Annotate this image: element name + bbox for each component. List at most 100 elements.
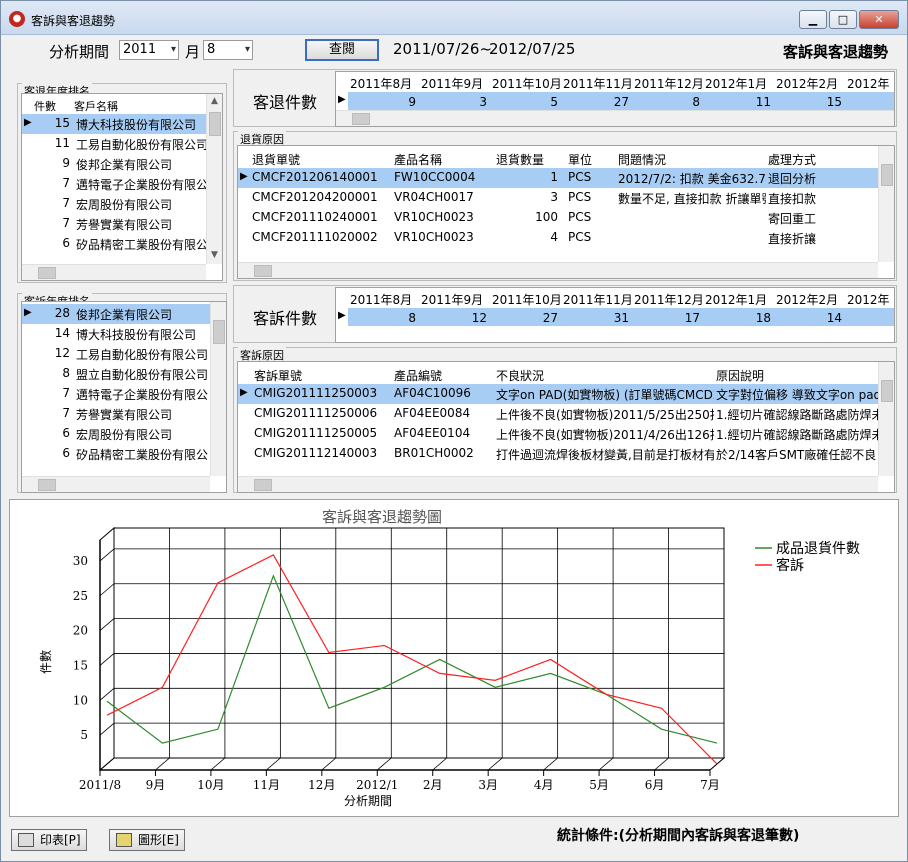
count-cell: 6	[62, 446, 70, 460]
cell: CMCF201206140001	[252, 170, 378, 184]
table-row[interactable]: CMCF201204200001 VR04CH0017 3 PCS 數量不足, 直接扣款…	[238, 188, 878, 208]
horizontal-scrollbar[interactable]	[22, 264, 206, 280]
horizontal-scrollbar[interactable]	[238, 262, 878, 278]
month-header: 2011年9月	[421, 293, 484, 307]
minimize-button[interactable]: ▁	[799, 10, 827, 29]
count-cell: 9	[62, 156, 70, 170]
cell: PCS	[568, 170, 592, 184]
table-row[interactable]: 9 俊邦企業有限公司	[22, 154, 206, 174]
table-row[interactable]: 14 博大科技股份有限公司	[22, 324, 210, 344]
table-row[interactable]: 8 盟立自動化股份有限公司	[22, 364, 210, 384]
table-row[interactable]: CMIG201111250006 AF04EE0084 上件後不良(如實物板)201…	[238, 404, 878, 424]
horizontal-scrollbar[interactable]	[238, 476, 878, 492]
month-select[interactable]: 8 ▾	[203, 40, 253, 60]
vertical-scrollbar[interactable]	[878, 146, 894, 262]
date-start: 2011/07/26~	[393, 40, 493, 58]
year-select[interactable]: 2011 ▾	[119, 40, 179, 60]
customer-cell: 博大科技股份有限公司	[76, 118, 197, 132]
close-button[interactable]: ✕	[859, 10, 899, 29]
cell: 100	[535, 210, 558, 224]
x-tick-label: 2011/8	[79, 778, 121, 792]
trend-chart-svg: 5 10 15 20 25 30 2011/8 9月 10月 11月 12月 2012/1 2月 3月 4月…	[39, 508, 860, 808]
cell: 打件過迴流焊後板材變黃,目前是打板材有	[496, 448, 714, 462]
table-row[interactable]: 6 宏周股份有限公司	[22, 424, 210, 444]
table-row[interactable]: CMCF201110240001 VR10CH0023 100 PCS 寄回重工	[238, 208, 878, 228]
cell: PCS	[568, 190, 592, 204]
page-heading: 客訴與客退趨勢	[783, 43, 889, 61]
count-value: 27	[613, 95, 629, 109]
y-tick-label: 20	[73, 624, 88, 638]
count-value: 14	[826, 311, 842, 325]
count-cell: 12	[54, 346, 70, 360]
table-row[interactable]: 7 邁特電子企業股份有限公	[22, 174, 206, 194]
print-button[interactable]: 印表[P]	[11, 829, 87, 851]
count-cell: 6	[62, 426, 70, 440]
vertical-scrollbar[interactable]: ▲ ▼	[206, 94, 222, 264]
table-row[interactable]: ▶ 15 博大科技股份有限公司	[22, 114, 206, 134]
vertical-scrollbar[interactable]	[210, 302, 226, 476]
row-pointer-icon: ▶	[338, 94, 346, 105]
table-row[interactable]: CMIG201111250005 AF04EE0104 上件後不良(如實物板)201…	[238, 424, 878, 444]
count-cell: 15	[54, 116, 70, 130]
table-row[interactable]: 12 工易自動化股份有限公司	[22, 344, 210, 364]
row-pointer-icon: ▶	[24, 117, 32, 128]
customer-cell: 芳譽實業有限公司	[76, 408, 173, 422]
return-reasons-table[interactable]: 退貨單號 產品名稱 退貨數量 單位 問題情況 處理方式 ▶ CMCF201206140001…	[237, 145, 895, 279]
maximize-button[interactable]: □	[829, 10, 857, 29]
cell: PCS	[568, 230, 592, 244]
month-header: 2011年11月	[563, 77, 633, 91]
col-header: 問題情況	[618, 153, 667, 167]
cell: 數量不足, 直接扣款 折讓單號	[618, 192, 766, 206]
cell: BR01CH0002	[394, 446, 474, 460]
x-tick-label: 2012/1	[356, 778, 398, 792]
vertical-scrollbar[interactable]	[878, 362, 894, 476]
customer-cell: 博大科技股份有限公司	[76, 328, 197, 342]
customer-cell: 宏周股份有限公司	[76, 428, 173, 442]
month-header: 2011年12月	[634, 293, 704, 307]
cell: 文字對位偏移 導致文字on pad	[716, 388, 878, 402]
table-row[interactable]: 7 芳譽實業有限公司	[22, 214, 206, 234]
y-tick-label: 30	[73, 554, 88, 568]
count-value: 15	[826, 95, 842, 109]
return-rank-table[interactable]: 件數 客戶名稱 ▶ 15 博大科技股份有限公司 11 工易自動化股份有限公司 9 俊邦企業有…	[21, 93, 223, 281]
table-row[interactable]: 7 邁特電子企業股份有限公	[22, 384, 210, 404]
complaint-count-table[interactable]: 2011年8月 2011年9月 2011年10月 2011年11月 2011年12月 20…	[335, 287, 895, 343]
chart-floor	[98, 757, 726, 771]
table-row[interactable]: ▶ CMCF201206140001 FW10CC0004 1 PCS 2012/7/2:…	[238, 168, 878, 188]
return-count-table[interactable]: 2011年8月 2011年9月 2011年10月 2011年11月 2011年12月 20…	[335, 71, 895, 127]
chevron-down-icon: ▾	[170, 44, 176, 55]
cell: CMIG201111250006	[254, 406, 378, 420]
y-axis-label: 件數	[39, 650, 53, 674]
graph-button[interactable]: 圖形[E]	[109, 829, 185, 851]
count-cell: 7	[62, 216, 70, 230]
count-cell: 7	[62, 196, 70, 210]
table-row[interactable]: ▶ 28 俊邦企業有限公司	[22, 304, 210, 324]
col-header: 處理方式	[768, 153, 817, 167]
col-header: 原因說明	[716, 369, 765, 383]
table-row[interactable]: 6 矽品精密工業股份有限公	[22, 444, 210, 464]
complaint-rank-table[interactable]: ▶ 28 俊邦企業有限公司 14 博大科技股份有限公司 12 工易自動化股份有限公司 8 盟立自…	[21, 301, 227, 493]
chart-title: 客訴與客退趨勢圖	[322, 508, 442, 526]
horizontal-scrollbar[interactable]	[22, 476, 210, 492]
y-tick-label: 10	[73, 693, 88, 707]
period-label: 分析期間	[49, 43, 110, 61]
y-tick-label: 15	[73, 658, 88, 672]
col-header: 不良狀況	[496, 369, 545, 383]
table-row[interactable]: CMIG201112140003 BR01CH0002 打件過迴流焊後板材變黃,目前…	[238, 444, 878, 464]
query-button[interactable]: 查閱	[305, 39, 379, 61]
cell: CMIG201111250003	[254, 386, 378, 400]
col-header: 退貨單號	[252, 153, 301, 167]
table-row[interactable]: CMCF201111020002 VR10CH0023 4 PCS 直接折讓	[238, 228, 878, 248]
table-row[interactable]: 11 工易自動化股份有限公司	[22, 134, 206, 154]
table-row[interactable]: 7 宏周股份有限公司	[22, 194, 206, 214]
horizontal-scrollbar[interactable]	[336, 110, 894, 126]
cell: 退回分析	[768, 172, 817, 186]
table-row[interactable]: ▶ CMIG201111250003 AF04C10096 文字on PAD(如實物板…	[238, 384, 878, 404]
cell: CMCF201204200001	[252, 190, 378, 204]
complaint-reasons-table[interactable]: 客訴單號 產品編號 不良狀況 原因說明 ▶ CMIG201111250003 AF04C1…	[237, 361, 895, 493]
x-tick-label: 5月	[589, 778, 609, 792]
table-row[interactable]: 6 矽品精密工業股份有限公	[22, 234, 206, 254]
customer-cell: 矽品精密工業股份有限公	[76, 238, 206, 252]
table-row[interactable]: 7 芳譽實業有限公司	[22, 404, 210, 424]
row-pointer-icon: ▶	[338, 310, 346, 321]
